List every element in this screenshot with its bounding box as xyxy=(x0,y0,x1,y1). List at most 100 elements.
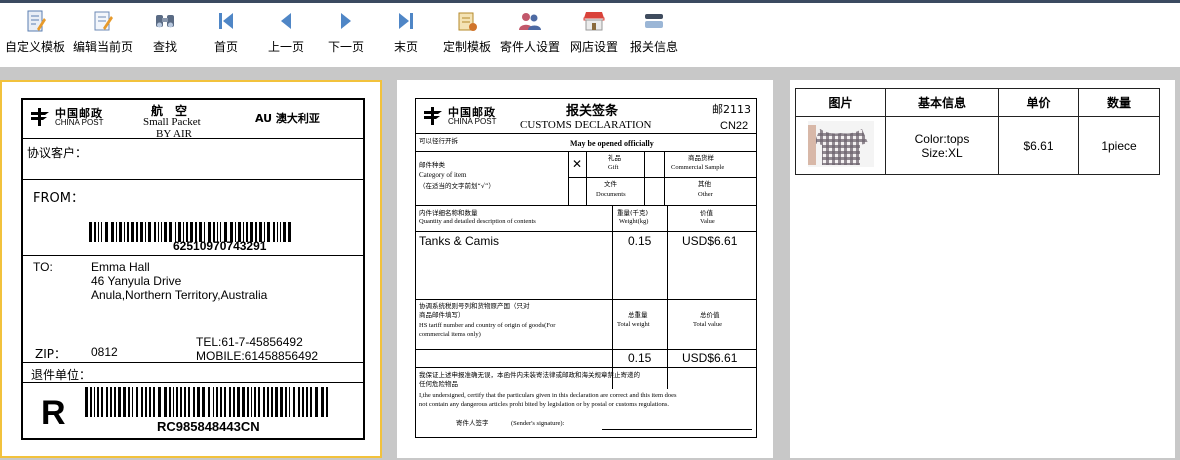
barcode-bar xyxy=(263,387,265,417)
product-image-cell xyxy=(795,116,886,175)
barcode-bar xyxy=(114,387,116,417)
custom-template-button[interactable]: 自定义模板 xyxy=(2,3,68,67)
declaration-english-line1: I,the undersigned, certify that the part… xyxy=(419,392,677,399)
barcode-bar xyxy=(288,222,291,242)
toolbar-label: 编辑当前页 xyxy=(72,40,133,54)
edit-page-icon xyxy=(94,11,113,31)
china-post-emblem-icon xyxy=(424,107,442,125)
toolbar-label: 寄件人设置 xyxy=(499,40,560,54)
registered-mark: R xyxy=(41,394,66,432)
barcode-bar xyxy=(302,387,304,417)
small-packet-text: Small Packet xyxy=(143,116,201,128)
first-page-button[interactable]: 首页 xyxy=(202,3,250,67)
barcode-bar xyxy=(310,387,312,417)
contents-english: Quantity and detailed description of con… xyxy=(419,218,536,225)
barcode-bar xyxy=(169,222,172,242)
barcode-bar xyxy=(267,387,269,417)
next-page-button[interactable]: 下一页 xyxy=(322,3,370,67)
recipient-address-line2: Anula,Northern Territory,Australia xyxy=(91,288,268,302)
product-quantity: 1piece xyxy=(1078,116,1160,175)
store-settings-icon xyxy=(583,12,605,31)
from-label: FROM： xyxy=(33,191,84,206)
item-description: Tanks & Camis xyxy=(419,234,500,248)
barcode-bar xyxy=(188,387,190,417)
barcode-bar xyxy=(267,222,270,242)
barcode-bar xyxy=(315,387,318,417)
template-config-icon xyxy=(458,12,477,31)
documents-chinese: 文件 xyxy=(604,180,617,188)
template-config-button[interactable]: 定制模板 xyxy=(440,3,494,67)
barcode-bar xyxy=(158,387,161,417)
customs-info-button[interactable]: 报关信息 xyxy=(626,3,682,67)
barcode-bar xyxy=(289,387,290,417)
barcode-bar xyxy=(173,387,174,417)
barcode-bar xyxy=(132,387,133,417)
barcode-bar xyxy=(184,387,186,417)
toolbar-label: 自定义模板 xyxy=(4,40,65,54)
barcode-bar xyxy=(141,387,143,417)
contents-chinese: 内件详细名称和数量 xyxy=(419,209,478,217)
documents-english: Documents xyxy=(596,191,626,198)
barcode-bar xyxy=(193,387,195,417)
barcode-bar xyxy=(131,222,134,242)
barcode-bar xyxy=(145,222,146,242)
barcode-bar xyxy=(140,222,143,242)
edit-page-button[interactable]: 编辑当前页 xyxy=(70,3,136,67)
gift-checkbox[interactable]: ✕ xyxy=(572,157,582,171)
recipient-tel: TEL:61-7-45856492 xyxy=(196,335,303,349)
total-weight: 0.15 xyxy=(628,351,652,365)
column-header-price: 单价 xyxy=(998,88,1079,117)
barcode-bar xyxy=(94,222,96,242)
logo-english: CHINA POST xyxy=(448,117,497,126)
category-hint: （在适当的文字前划“√”） xyxy=(419,182,495,190)
recipient-address-line1: 46 Yanyula Drive xyxy=(91,274,182,288)
tracking-number: RC985848443CN xyxy=(157,419,260,434)
sender-settings-button[interactable]: 寄件人设置 xyxy=(498,3,562,67)
barcode-bar xyxy=(136,387,138,417)
china-post-logo: 中国邮政 CHINA POST xyxy=(29,105,109,131)
last-page-button[interactable]: 末页 xyxy=(382,3,430,67)
previous-page-button[interactable]: 上一页 xyxy=(262,3,310,67)
barcode-bar xyxy=(202,387,205,417)
column-header-quantity: 数量 xyxy=(1078,88,1160,117)
product-price: $6.61 xyxy=(998,116,1079,175)
barcode-bar xyxy=(271,387,273,417)
customs-info-icon xyxy=(645,14,663,28)
barcode-bar xyxy=(94,387,95,417)
signature-english: (Sender's signature): xyxy=(511,420,565,427)
toolbar: 自定义模板 编辑当前页 查找 首页 上一页 下一页 末页 定制模板 寄件人设置 … xyxy=(0,3,1180,67)
barcode-bar xyxy=(213,387,214,417)
item-weight: 0.15 xyxy=(628,234,652,248)
weight-header-english: Weight(kg) xyxy=(619,218,649,225)
gift-chinese: 礼品 xyxy=(608,154,621,162)
other-chinese: 其他 xyxy=(698,180,711,188)
store-settings-button[interactable]: 网店设置 xyxy=(566,3,622,67)
barcode-bar xyxy=(128,387,130,417)
find-button[interactable]: 查找 xyxy=(140,3,190,67)
barcode-bar xyxy=(237,387,240,417)
agreement-client-label: 协议客户： xyxy=(27,146,88,160)
tracking-barcode xyxy=(85,387,345,417)
first-page-icon xyxy=(219,13,233,29)
toolbar-label: 网店设置 xyxy=(569,40,618,54)
toolbar-label: 首页 xyxy=(213,40,238,54)
hs-chinese-line1: 协调系统税则号列和货物原产国（只对 xyxy=(419,302,530,310)
toolbar-label: 下一页 xyxy=(327,40,364,54)
barcode-bar xyxy=(258,387,260,417)
table-row[interactable]: Color:tops Size:XL $6.61 1piece xyxy=(795,116,1160,175)
order-details-page[interactable]: 图片 基本信息 单价 数量 Color:tops Size:XL $6.61 1… xyxy=(790,80,1175,458)
barcode-bar xyxy=(148,222,151,242)
to-label: TO: xyxy=(33,260,53,274)
shipping-label-page[interactable]: 中国邮政 CHINA POST 航 空 Small Packet BY AIR … xyxy=(0,80,382,458)
barcode-bar xyxy=(89,222,92,242)
total-value-english: Total value xyxy=(693,321,722,328)
barcode-bar xyxy=(169,387,171,417)
barcode-bar xyxy=(153,387,155,417)
post-code: 邮2113 xyxy=(712,103,751,116)
zip-code: 0812 xyxy=(91,345,118,359)
barcode-bar xyxy=(164,222,167,242)
category-english: Category of item xyxy=(419,171,467,179)
value-header-chinese: 价值 xyxy=(700,209,713,217)
barcode-bar xyxy=(136,222,138,242)
customs-declaration-page[interactable]: 中国邮政 CHINA POST 报关签条 CUSTOMS DECLARATION… xyxy=(397,80,773,458)
